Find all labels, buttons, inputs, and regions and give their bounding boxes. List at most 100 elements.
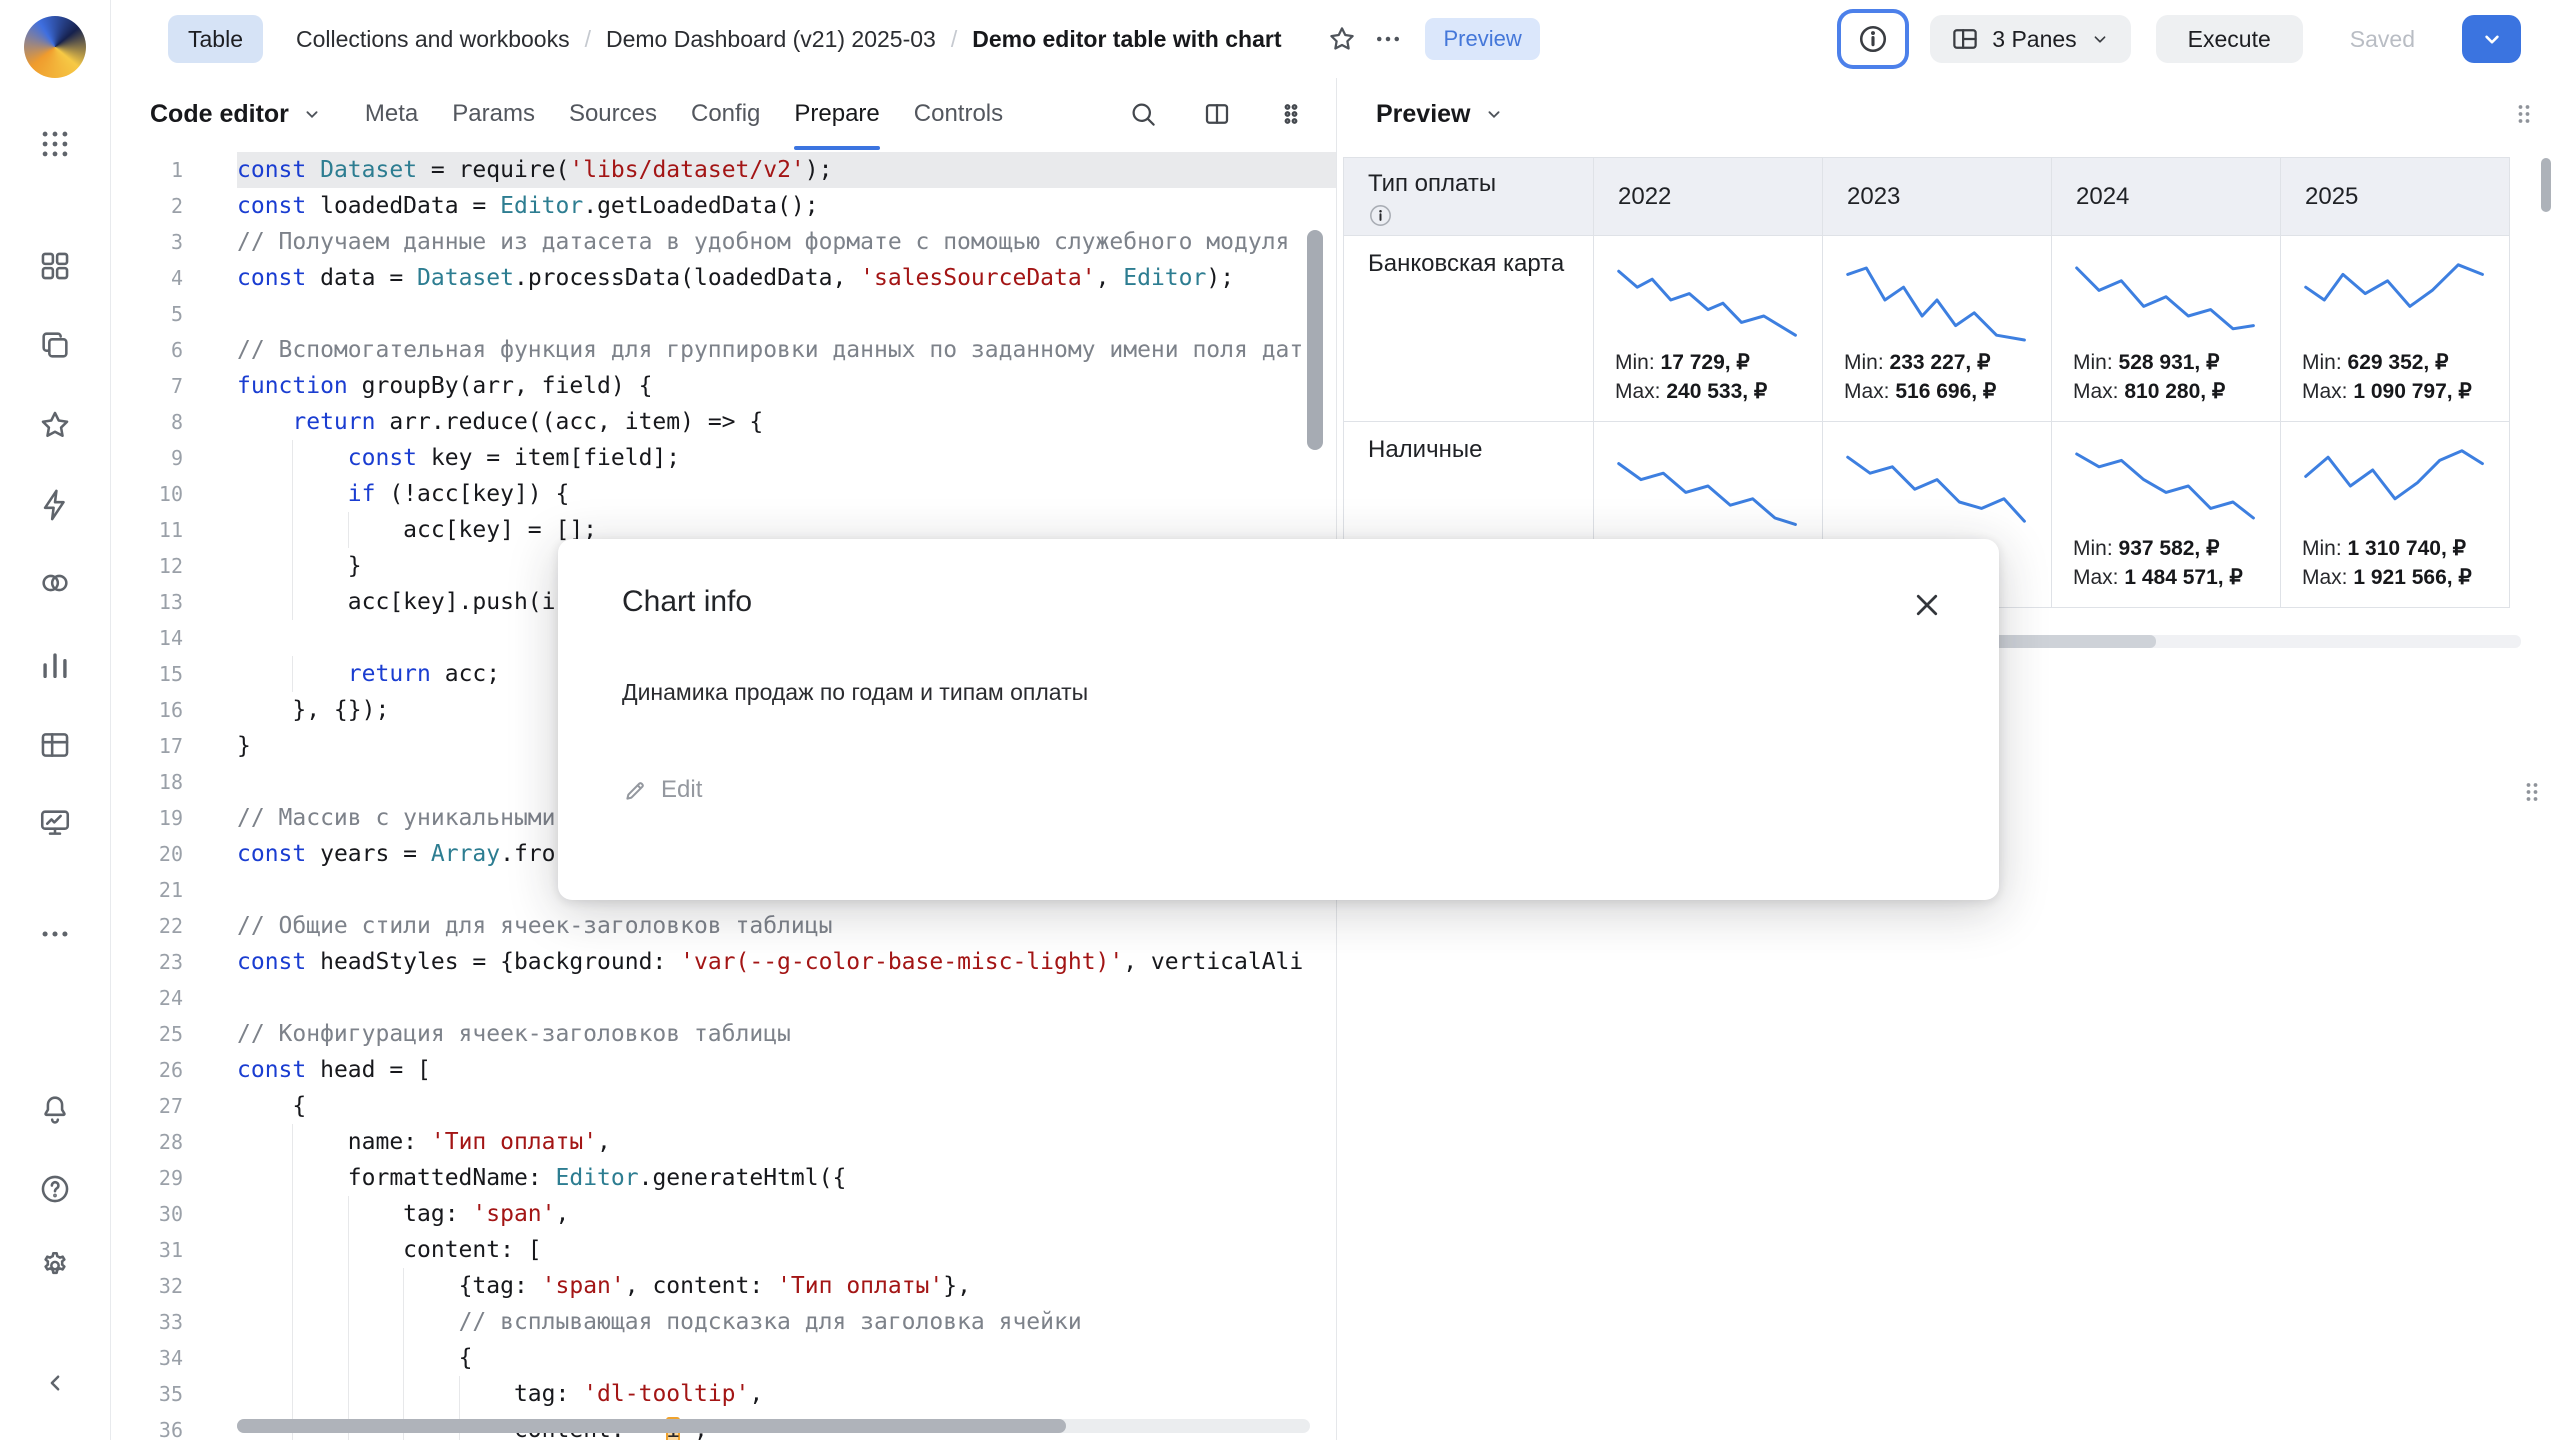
datasets-circles-icon[interactable] bbox=[33, 561, 77, 605]
line-number: 13 bbox=[111, 584, 237, 620]
breadcrumb-separator: / bbox=[585, 26, 591, 53]
code-line[interactable]: 28 name: 'Тип оплаты', bbox=[111, 1124, 1336, 1160]
code-line[interactable]: 34 { bbox=[111, 1340, 1336, 1376]
min-value-line: Min: 937 582, ₽ bbox=[2073, 534, 2259, 563]
drag-handle-icon[interactable] bbox=[1268, 91, 1314, 137]
tab-config[interactable]: Config bbox=[691, 78, 760, 150]
code-line[interactable]: 27 { bbox=[111, 1088, 1336, 1124]
line-number: 12 bbox=[111, 548, 237, 584]
line-number: 9 bbox=[111, 440, 237, 476]
code-line[interactable]: 3// Получаем данные из датасета в удобно… bbox=[111, 224, 1336, 260]
saved-button[interactable]: Saved bbox=[2328, 15, 2437, 63]
panes-button-label: 3 Panes bbox=[1992, 26, 2076, 53]
code-line[interactable]: 8 return arr.reduce((acc, item) => { bbox=[111, 404, 1336, 440]
favorites-star-icon[interactable] bbox=[33, 403, 77, 447]
min-value-line: Min: 233 227, ₽ bbox=[1844, 348, 2030, 377]
line-number: 18 bbox=[111, 764, 237, 800]
code-line[interactable]: 30 tag: 'span', bbox=[111, 1196, 1336, 1232]
sparkline-cell: Min: 528 931, ₽Max: 810 280, ₽ bbox=[2052, 236, 2281, 422]
sidebar bbox=[0, 0, 111, 1440]
code-line[interactable]: 10 if (!acc[key]) { bbox=[111, 476, 1336, 512]
save-dropdown-button[interactable] bbox=[2462, 15, 2521, 63]
panes-button[interactable]: 3 Panes bbox=[1930, 15, 2130, 63]
search-icon[interactable] bbox=[1120, 91, 1166, 137]
code-line[interactable]: 1const Dataset = require('libs/dataset/v… bbox=[111, 152, 1336, 188]
apps-grid-icon[interactable] bbox=[33, 122, 77, 166]
code-line[interactable]: 4const data = Dataset.processData(loaded… bbox=[111, 260, 1336, 296]
code-line[interactable]: 31 content: [ bbox=[111, 1232, 1336, 1268]
tab-prepare[interactable]: Prepare bbox=[794, 78, 879, 150]
code-line[interactable]: 25// Конфигурация ячеек-заголовков табли… bbox=[111, 1016, 1336, 1052]
preview-vertical-scrollbar[interactable] bbox=[2541, 158, 2551, 212]
line-number: 4 bbox=[111, 260, 237, 296]
code-line[interactable]: 32 {tag: 'span', content: 'Тип оплаты'}, bbox=[111, 1268, 1336, 1304]
min-value-line: Min: 1 310 740, ₽ bbox=[2302, 534, 2488, 563]
line-number: 31 bbox=[111, 1232, 237, 1268]
code-line[interactable]: 24 bbox=[111, 980, 1336, 1016]
bell-icon[interactable] bbox=[33, 1087, 77, 1131]
code-editor-title-label: Code editor bbox=[150, 100, 289, 129]
code-line[interactable]: 5 bbox=[111, 296, 1336, 332]
preview-badge: Preview bbox=[1425, 18, 1539, 60]
collapse-sidebar-icon[interactable] bbox=[33, 1361, 77, 1405]
line-number: 17 bbox=[111, 728, 237, 764]
chart-info-button[interactable] bbox=[1841, 13, 1905, 65]
sparkline-chart bbox=[1615, 438, 1801, 534]
line-number: 3 bbox=[111, 224, 237, 260]
monitor-chart-icon[interactable] bbox=[33, 801, 77, 845]
code-line[interactable]: 26const head = [ bbox=[111, 1052, 1336, 1088]
close-icon[interactable] bbox=[1907, 585, 1947, 625]
tab-meta[interactable]: Meta bbox=[365, 78, 418, 150]
split-view-icon[interactable] bbox=[1194, 91, 1240, 137]
chevron-down-icon bbox=[2479, 26, 2505, 52]
line-number: 11 bbox=[111, 512, 237, 548]
max-value-line: Max: 516 696, ₽ bbox=[1844, 377, 2030, 406]
sparkline-chart bbox=[2302, 438, 2488, 534]
tab-params[interactable]: Params bbox=[452, 78, 535, 150]
code-line[interactable]: 7function groupBy(arr, field) { bbox=[111, 368, 1336, 404]
code-line[interactable]: 29 formattedName: Editor.generateHtml({ bbox=[111, 1160, 1336, 1196]
line-number: 33 bbox=[111, 1304, 237, 1340]
edit-button[interactable]: Edit bbox=[622, 776, 702, 804]
breadcrumb-item-collections[interactable]: Collections and workbooks bbox=[296, 26, 570, 53]
code-vertical-scrollbar[interactable] bbox=[1307, 230, 1323, 450]
modal-title: Chart info bbox=[622, 585, 1935, 619]
table-icon[interactable] bbox=[33, 723, 77, 767]
code-line[interactable]: 35 tag: 'dl-tooltip', bbox=[111, 1376, 1336, 1412]
code-line[interactable]: 2const loadedData = Editor.getLoadedData… bbox=[111, 188, 1336, 224]
execute-button[interactable]: Execute bbox=[2156, 15, 2303, 63]
settings-gear-icon[interactable] bbox=[33, 1244, 77, 1288]
tab-controls[interactable]: Controls bbox=[914, 78, 1003, 150]
table-chip[interactable]: Table bbox=[168, 15, 263, 63]
line-number: 25 bbox=[111, 1016, 237, 1052]
chevron-down-icon bbox=[301, 103, 323, 125]
code-horizontal-scrollbar[interactable] bbox=[237, 1419, 1310, 1433]
more-options-icon[interactable] bbox=[1365, 16, 1411, 62]
favorite-star-icon[interactable] bbox=[1319, 16, 1365, 62]
scrollbar-thumb[interactable] bbox=[237, 1419, 1066, 1433]
tab-sources[interactable]: Sources bbox=[569, 78, 657, 150]
bar-chart-icon[interactable] bbox=[33, 643, 77, 687]
pane-resize-handle[interactable] bbox=[2518, 778, 2546, 806]
layers-icon[interactable] bbox=[33, 323, 77, 367]
drag-handle-icon[interactable] bbox=[2510, 100, 2538, 128]
code-line[interactable]: 22// Общие стили для ячеек-заголовков та… bbox=[111, 908, 1336, 944]
breadcrumb-item-workbook[interactable]: Demo Dashboard (v21) 2025-03 bbox=[606, 26, 936, 53]
tooltip-info-icon[interactable] bbox=[1368, 203, 1393, 228]
help-icon[interactable] bbox=[33, 1167, 77, 1211]
sparkline-chart bbox=[2073, 438, 2259, 534]
chevron-down-icon bbox=[2089, 28, 2111, 50]
year-column-header: 2024 bbox=[2052, 158, 2281, 236]
line-number: 35 bbox=[111, 1376, 237, 1412]
code-editor-title[interactable]: Code editor bbox=[150, 100, 323, 129]
more-icon[interactable] bbox=[33, 912, 77, 956]
year-column-header: 2025 bbox=[2281, 158, 2510, 236]
app-logo[interactable] bbox=[24, 16, 86, 78]
code-line[interactable]: 6// Вспомогательная функция для группиро… bbox=[111, 332, 1336, 368]
code-line[interactable]: 9 const key = item[field]; bbox=[111, 440, 1336, 476]
code-line[interactable]: 33 // всплывающая подсказка для заголовк… bbox=[111, 1304, 1336, 1340]
code-line[interactable]: 23const headStyles = {background: 'var(-… bbox=[111, 944, 1336, 980]
widgets-icon[interactable] bbox=[33, 244, 77, 288]
preview-title[interactable]: Preview bbox=[1376, 100, 1505, 129]
lightning-icon[interactable] bbox=[33, 483, 77, 527]
